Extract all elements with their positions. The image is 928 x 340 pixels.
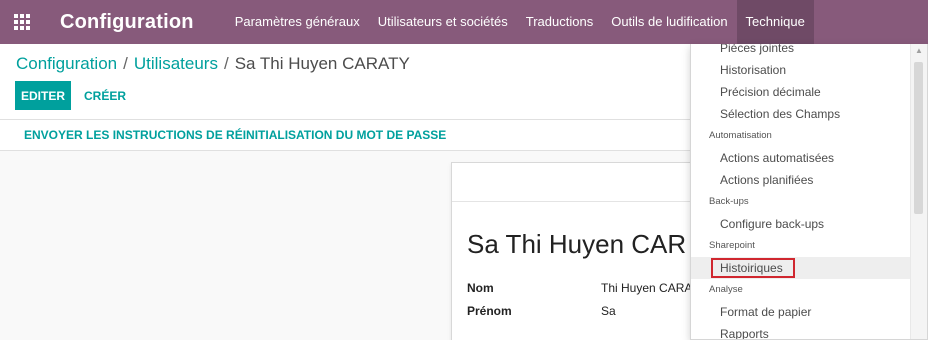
menu-section-back-ups: Back-ups: [709, 196, 749, 207]
scrollbar-thumb[interactable]: [914, 62, 923, 214]
breadcrumb-utilisateurs[interactable]: Utilisateurs: [134, 54, 218, 73]
field-label-prenom: Prénom: [467, 304, 512, 318]
field-value-prenom: Sa: [601, 304, 616, 318]
app-brand-title[interactable]: Configuration: [60, 11, 194, 34]
menu-utilisateurs-societes[interactable]: Utilisateurs et sociétés: [369, 0, 517, 44]
user-name-title: Sa Thi Huyen CAR: [467, 229, 687, 259]
menu-item-historisation[interactable]: Historisation: [691, 59, 911, 81]
menu-section-sharepoint: Sharepoint: [709, 240, 755, 251]
menu-section-automatisation: Automatisation: [709, 130, 772, 141]
breadcrumb-configuration[interactable]: Configuration: [16, 54, 117, 73]
menu-outils-ludification[interactable]: Outils de ludification: [602, 0, 736, 44]
breadcrumb-separator: /: [223, 54, 229, 73]
technique-dropdown-menu: Pièces jointes Historisation Précision d…: [690, 44, 928, 340]
dropdown-scrollbar[interactable]: ▲: [910, 44, 927, 339]
menu-traductions[interactable]: Traductions: [517, 0, 602, 44]
highlight-box: [711, 258, 795, 278]
menu-technique[interactable]: Technique: [736, 0, 814, 44]
reset-password-button[interactable]: ENVOYER LES INSTRUCTIONS DE RÉINITIALISA…: [24, 128, 446, 142]
menu-item-actions-automatisees[interactable]: Actions automatisées: [691, 147, 911, 169]
breadcrumb: Configuration / Utilisateurs / Sa Thi Huyen …: [16, 54, 410, 74]
menu-item-selection-champs[interactable]: Sélection des Champs: [691, 103, 911, 125]
apps-menu-button[interactable]: [0, 0, 44, 44]
menu-item-pieces-jointes[interactable]: Pièces jointes: [691, 44, 911, 59]
menu-section-analyse: Analyse: [709, 284, 743, 295]
top-navbar: Configuration Paramètres généraux Utilis…: [0, 0, 928, 44]
breadcrumb-separator: /: [123, 54, 128, 73]
menu-item-rapports[interactable]: Rapports: [691, 323, 911, 339]
menu-item-actions-planifiees[interactable]: Actions planifiées: [691, 169, 911, 191]
menu-item-historiques[interactable]: Histoiriques: [691, 257, 911, 279]
scroll-up-arrow-icon[interactable]: ▲: [915, 46, 923, 55]
menu-parametres-generaux[interactable]: Paramètres généraux: [226, 0, 369, 44]
create-button[interactable]: CRÉER: [84, 81, 126, 110]
menu-item-configure-back-ups[interactable]: Configure back-ups: [691, 213, 911, 235]
apps-grid-icon: [14, 14, 30, 30]
field-label-nom: Nom: [467, 281, 494, 295]
breadcrumb-current: Sa Thi Huyen CARATY: [234, 54, 410, 73]
menu-item-format-papier[interactable]: Format de papier: [691, 301, 911, 323]
edit-button[interactable]: EDITER: [15, 81, 71, 110]
menu-item-precision-decimale[interactable]: Précision décimale: [691, 81, 911, 103]
dropdown-list: Pièces jointes Historisation Précision d…: [691, 44, 911, 339]
